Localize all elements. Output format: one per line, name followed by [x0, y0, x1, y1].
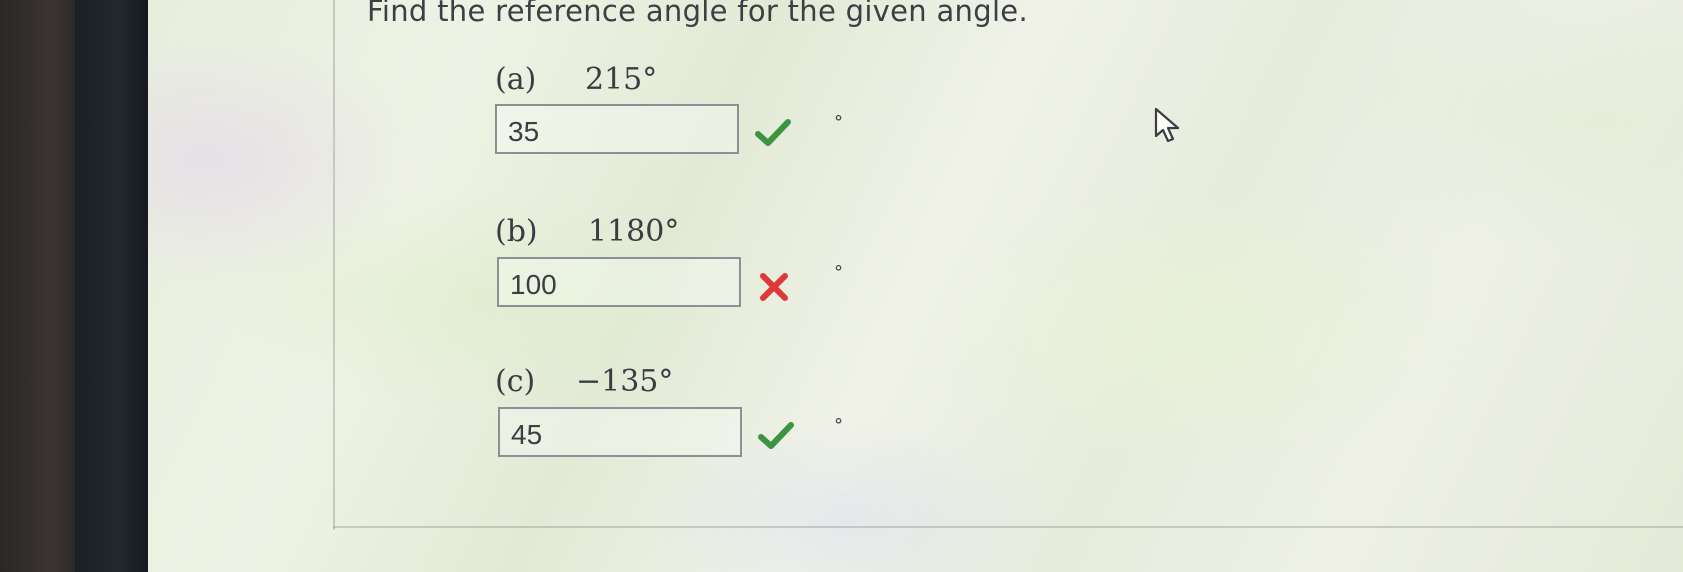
checkmark-icon [755, 119, 791, 146]
question-panel-left-border [333, 0, 335, 530]
part-a-label: (a) [495, 62, 537, 97]
monitor-bezel-edge [75, 0, 148, 572]
part-a-answer-input[interactable]: 35 [495, 104, 739, 154]
x-mark-icon [760, 273, 788, 301]
part-c-angle: −135° [576, 364, 674, 399]
part-a-degree-unit: ° [834, 112, 843, 133]
part-c-answer-input[interactable]: 45 [498, 407, 742, 457]
question-title: Find the reference angle for the given a… [367, 0, 1028, 28]
part-b-degree-unit: ° [834, 262, 843, 283]
mouse-pointer-icon [1154, 107, 1180, 143]
question-panel-bottom-border [333, 526, 1683, 528]
part-b-label: (b) [495, 214, 538, 249]
part-c-label: (c) [495, 364, 536, 399]
part-b-answer-input[interactable]: 100 [497, 257, 741, 307]
part-c-degree-unit: ° [834, 415, 843, 436]
screen-background [148, 0, 1683, 572]
part-b-angle: 1180° [588, 214, 680, 249]
monitor-bezel-left [0, 0, 75, 572]
checkmark-icon [758, 422, 794, 449]
part-a-angle: 215° [585, 62, 658, 97]
